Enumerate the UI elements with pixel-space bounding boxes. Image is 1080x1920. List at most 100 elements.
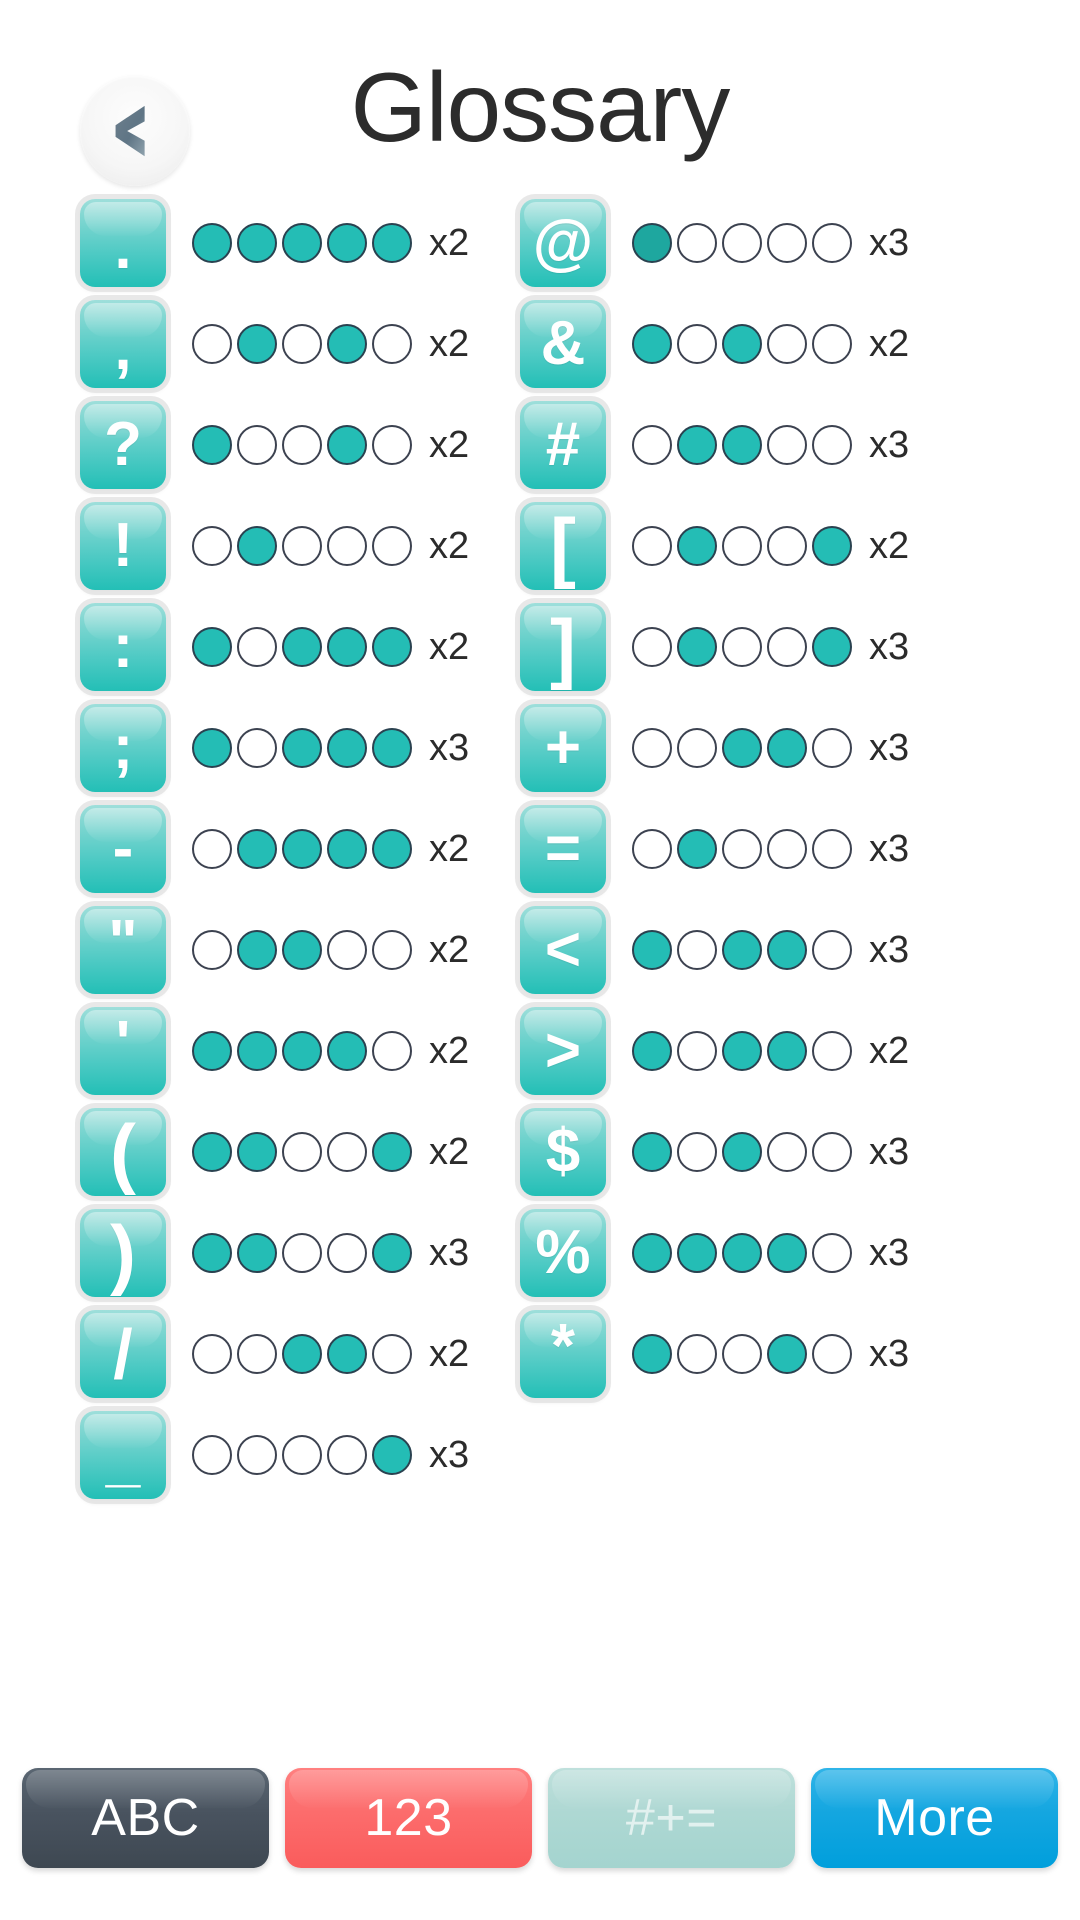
progress-dot-empty — [677, 929, 717, 970]
progress-dot-filled — [192, 1131, 232, 1172]
progress-dot-filled — [632, 1030, 672, 1071]
glossary-row: [x2 — [520, 495, 1000, 596]
key-tile[interactable]: " — [80, 905, 166, 994]
progress-dot-empty — [812, 424, 852, 465]
progress-dot-empty — [812, 222, 852, 263]
multiplier-label: x2 — [429, 625, 470, 668]
key-tile[interactable]: ( — [80, 1107, 166, 1196]
key-tile[interactable]: , — [80, 299, 166, 388]
multiplier-label: x3 — [869, 928, 910, 971]
progress-dot-empty — [812, 1131, 852, 1172]
progress-dot-empty — [722, 1333, 762, 1374]
glossary-row: - x2 — [80, 798, 500, 899]
key-glyph: . — [114, 212, 132, 282]
multiplier-label: x3 — [869, 1231, 910, 1274]
progress-dot-filled — [372, 1131, 412, 1172]
key-tile[interactable]: ' — [80, 1006, 166, 1095]
progress-dot-empty — [722, 828, 762, 869]
mode-button-symbols[interactable]: #+= — [548, 1768, 795, 1868]
key-tile[interactable]: [ — [520, 501, 606, 590]
key-tile[interactable]: . — [80, 198, 166, 287]
key-tile[interactable]: > — [520, 1006, 606, 1095]
key-glyph: / — [113, 1314, 133, 1393]
key-tile[interactable]: ) — [80, 1208, 166, 1297]
glossary-row: < x3 — [520, 899, 1000, 1000]
progress-dot-empty — [327, 1131, 367, 1172]
progress-dot-empty — [722, 525, 762, 566]
progress-dot-empty — [282, 1434, 322, 1475]
glossary-row: (x2 — [80, 1101, 500, 1202]
progress-dot-empty — [237, 1434, 277, 1475]
multiplier-label: x3 — [869, 827, 910, 870]
progress-dot-empty — [327, 1232, 367, 1273]
progress-dots — [632, 525, 852, 566]
progress-dot-filled — [282, 828, 322, 869]
key-glyph: @ — [532, 207, 594, 277]
progress-dots — [192, 525, 412, 566]
progress-dot-filled — [722, 929, 762, 970]
key-glyph: ? — [104, 409, 142, 479]
multiplier-label: x2 — [869, 1029, 910, 1072]
key-tile[interactable]: = — [520, 804, 606, 893]
key-tile[interactable]: & — [520, 299, 606, 388]
mode-button-abc[interactable]: ABC — [22, 1768, 269, 1868]
key-tile[interactable]: ; — [80, 703, 166, 792]
progress-dots — [632, 222, 852, 263]
multiplier-label: x3 — [429, 1433, 470, 1476]
glossary-row: / x2 — [80, 1303, 500, 1404]
key-glyph: & — [540, 308, 586, 378]
key-tile[interactable]: * — [520, 1309, 606, 1398]
progress-dot-filled — [327, 828, 367, 869]
progress-dot-empty — [372, 424, 412, 465]
key-tile[interactable]: _ — [80, 1410, 166, 1499]
progress-dot-filled — [372, 626, 412, 667]
progress-dot-empty — [677, 1030, 717, 1071]
key-tile[interactable]: % — [520, 1208, 606, 1297]
progress-dots — [192, 1333, 412, 1374]
progress-dot-filled — [282, 727, 322, 768]
key-tile[interactable]: / — [80, 1309, 166, 1398]
progress-dot-filled — [192, 1030, 232, 1071]
progress-dot-empty — [192, 828, 232, 869]
glossary-screen: Glossary . x2, x2? x2! x2: x2; x3 - x2 " x2 ' x2 (x2)… — [0, 0, 1080, 1920]
key-tile[interactable]: ] — [520, 602, 606, 691]
glossary-row: ? x2 — [80, 394, 500, 495]
progress-dot-filled — [812, 525, 852, 566]
key-glyph: [ — [550, 501, 576, 590]
progress-dot-empty — [812, 828, 852, 869]
progress-dot-empty — [282, 1131, 322, 1172]
glossary-column-left: . x2, x2? x2! x2: x2; x3 - x2 " x2 ' x2 (x2) x3 / x2 _ x3 — [0, 192, 500, 1505]
key-tile[interactable]: < — [520, 905, 606, 994]
progress-dot-filled — [812, 626, 852, 667]
progress-dot-filled — [677, 828, 717, 869]
key-tile[interactable]: - — [80, 804, 166, 893]
progress-dot-empty — [632, 525, 672, 566]
key-tile[interactable]: @ — [520, 198, 606, 287]
progress-dot-empty — [812, 727, 852, 768]
mode-button-more[interactable]: More — [811, 1768, 1058, 1868]
progress-dot-filled — [282, 929, 322, 970]
key-tile[interactable]: ? — [80, 400, 166, 489]
multiplier-label: x2 — [429, 827, 470, 870]
progress-dot-empty — [632, 828, 672, 869]
key-tile[interactable]: + — [520, 703, 606, 792]
key-tile[interactable]: # — [520, 400, 606, 489]
multiplier-label: x3 — [869, 726, 910, 769]
progress-dot-filled — [192, 727, 232, 768]
progress-dot-empty — [237, 626, 277, 667]
progress-dots — [192, 1131, 412, 1172]
key-glyph: $ — [545, 1116, 581, 1186]
progress-dot-filled — [722, 424, 762, 465]
progress-dot-empty — [677, 323, 717, 364]
key-tile[interactable]: : — [80, 602, 166, 691]
progress-dot-filled — [372, 1232, 412, 1273]
key-tile[interactable]: ! — [80, 501, 166, 590]
progress-dot-empty — [812, 1333, 852, 1374]
progress-dot-filled — [722, 323, 762, 364]
progress-dot-filled — [372, 727, 412, 768]
progress-dot-filled — [237, 828, 277, 869]
key-glyph: - — [112, 813, 134, 883]
key-tile[interactable]: $ — [520, 1107, 606, 1196]
progress-dot-filled — [327, 424, 367, 465]
mode-button-123[interactable]: 123 — [285, 1768, 532, 1868]
